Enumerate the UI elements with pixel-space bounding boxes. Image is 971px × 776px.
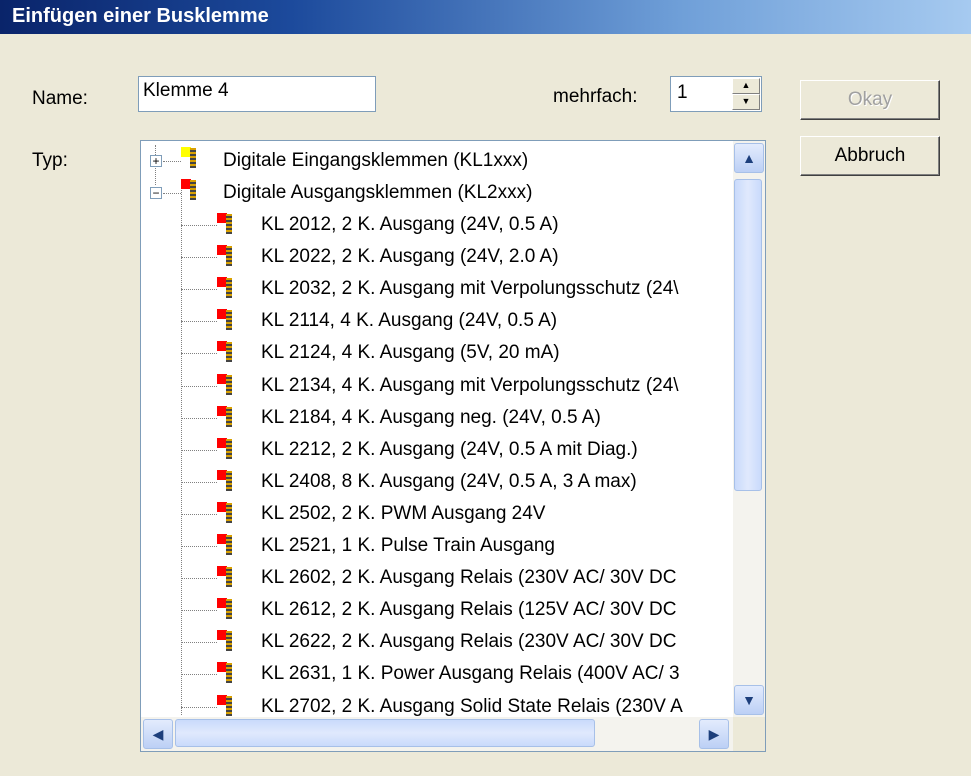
terminal-icon [217,373,232,396]
tree-line [181,321,217,323]
tree-line [181,513,217,515]
tree-item[interactable]: KL 2134, 4 K. Ausgang mit Verpolungsschu… [141,370,731,402]
terminal-icon [181,147,196,169]
mehrfach-value[interactable]: 1 [677,82,688,104]
expand-icon[interactable]: + [150,155,162,167]
name-input[interactable]: Klemme 4 [138,76,376,112]
tree-item[interactable]: KL 2502, 2 K. PWM Ausgang 24V [141,498,731,530]
tree-line [181,610,217,612]
mehrfach-stepper[interactable]: 1 ▲ ▼ [670,76,762,112]
tree-item[interactable]: KL 2631, 1 K. Power Ausgang Relais (400V… [141,658,731,690]
vertical-scroll-thumb[interactable] [734,179,762,491]
tree-line [181,546,217,547]
scroll-down-button[interactable]: ▼ [734,685,764,715]
tree-item-label: KL 2124, 4 K. Ausgang (5V, 20 mA) [261,342,560,364]
tree-group-label: Digitale Eingangsklemmen (KL1xxx) [223,150,529,171]
tree-item-label: KL 2602, 2 K. Ausgang Relais (230V AC/ 3… [261,567,677,589]
tree-item-label: KL 2521, 1 K. Pulse Train Ausgang [261,535,555,556]
tree-line [181,257,217,259]
type-tree[interactable]: + Digitale Eingangsklemmen (KL1xxx) − Di… [140,140,766,752]
tree-item[interactable]: KL 2012, 2 K. Ausgang (24V, 0.5 A) [141,209,731,241]
tree-line [163,161,181,162]
terminal-icon [217,277,232,299]
terminal-icon [217,213,232,235]
scrollbar-corner [733,717,765,751]
tree-line [181,289,217,291]
name-label: Name: [32,88,88,109]
tree-group-eingang[interactable]: + Digitale Eingangsklemmen (KL1xxx) [141,145,731,177]
tree-item-label: KL 2032, 2 K. Ausgang mit Verpolungsschu… [261,278,679,300]
tree-item-label: KL 2622, 2 K. Ausgang Relais (230V AC/ 3… [261,631,677,653]
tree-item-label: KL 2631, 1 K. Power Ausgang Relais (400V… [261,663,680,685]
scroll-left-button[interactable]: ◀ [143,719,173,749]
tree-item[interactable]: KL 2212, 2 K. Ausgang (24V, 0.5 A mit Di… [141,434,731,466]
terminal-icon [217,662,232,684]
dialog-title: Einfügen einer Busklemme [12,5,269,27]
tree-line [181,706,217,708]
tree-item-label: KL 2612, 2 K. Ausgang Relais (125V AC/ 3… [261,599,677,621]
tree-line [181,449,217,451]
tree-item[interactable]: KL 2124, 4 K. Ausgang (5V, 20 mA) [141,337,731,369]
tree-line [181,353,217,355]
tree-group-ausgang[interactable]: − Digitale Ausgangsklemmen (KL2xxx) [141,177,731,209]
tree-item[interactable]: KL 2602, 2 K. Ausgang Relais (230V AC/ 3… [141,562,731,594]
tree-item-label: KL 2502, 2 K. PWM Ausgang 24V [261,502,546,524]
tree-line [181,578,217,580]
spin-up-button[interactable]: ▲ [732,78,760,94]
terminal-icon [217,437,232,460]
tree-item[interactable]: KL 2408, 8 K. Ausgang (24V, 0.5 A, 3 A m… [141,466,731,498]
tree-group-label: Digitale Ausgangsklemmen (KL2xxx) [223,182,533,203]
terminal-icon [181,179,196,201]
scroll-right-button[interactable]: ▶ [699,719,729,749]
terminal-icon [217,694,232,717]
tree-item[interactable]: KL 2521, 1 K. Pulse Train Ausgang [141,530,731,562]
terminal-icon [217,630,232,652]
tree-item[interactable]: KL 2022, 2 K. Ausgang (24V, 2.0 A) [141,241,731,273]
terminal-icon [217,566,232,588]
okay-button[interactable]: Okay [800,80,940,120]
tree-item[interactable]: KL 2622, 2 K. Ausgang Relais (230V AC/ 3… [141,626,731,658]
mehrfach-label: mehrfach: [553,86,638,107]
tree-line [181,225,217,226]
terminal-icon [217,309,232,331]
tree-item-label: KL 2184, 4 K. Ausgang neg. (24V, 0.5 A) [261,406,601,428]
collapse-icon[interactable]: − [150,187,162,199]
tree-item[interactable]: KL 2032, 2 K. Ausgang mit Verpolungsschu… [141,273,731,305]
typ-label: Typ: [32,150,68,171]
abbruch-button[interactable]: Abbruch [800,136,940,176]
horizontal-scrollbar[interactable]: ◀ ▶ [141,717,733,751]
tree-item-label: KL 2012, 2 K. Ausgang (24V, 0.5 A) [261,214,559,235]
horizontal-scroll-thumb[interactable] [175,719,595,747]
tree-item-label: KL 2408, 8 K. Ausgang (24V, 0.5 A, 3 A m… [261,470,637,492]
tree-item-label: KL 2212, 2 K. Ausgang (24V, 0.5 A mit Di… [261,438,638,460]
tree-item[interactable]: KL 2612, 2 K. Ausgang Relais (125V AC/ 3… [141,594,731,626]
terminal-icon [217,598,232,620]
vertical-scrollbar[interactable]: ▲ ▼ [733,141,765,717]
scroll-up-button[interactable]: ▲ [734,143,764,173]
terminal-icon [217,405,232,428]
terminal-icon [217,501,232,524]
tree-line [181,481,217,483]
tree-item-label: KL 2134, 4 K. Ausgang mit Verpolungsschu… [261,374,679,396]
tree-line [181,674,217,676]
terminal-icon [217,245,232,267]
spin-down-button[interactable]: ▼ [732,94,760,110]
tree-item[interactable]: KL 2184, 4 K. Ausgang neg. (24V, 0.5 A) [141,402,731,434]
terminal-icon [217,341,232,363]
tree-line [181,417,217,419]
tree-item-label: KL 2022, 2 K. Ausgang (24V, 2.0 A) [261,246,559,268]
terminal-icon [217,469,232,492]
tree-line [181,642,217,644]
terminal-icon [217,534,232,556]
title-bar: Einfügen einer Busklemme [0,0,971,34]
tree-item-label: KL 2114, 4 K. Ausgang (24V, 0.5 A) [261,310,558,332]
tree-item[interactable]: KL 2114, 4 K. Ausgang (24V, 0.5 A) [141,305,731,337]
tree-line [181,385,217,387]
tree-line [163,193,181,194]
